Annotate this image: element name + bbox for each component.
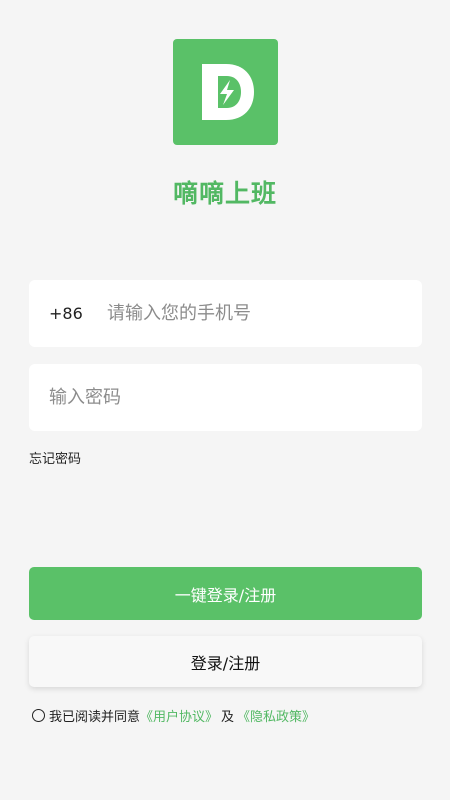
country-code-selector[interactable]: +86 (49, 304, 107, 323)
forgot-password-link[interactable]: 忘记密码 (29, 448, 81, 467)
agreement-conjunction: 及 (221, 710, 235, 725)
agreement-radio[interactable] (32, 709, 45, 722)
phone-input[interactable] (107, 280, 422, 347)
phone-field[interactable]: +86 (29, 280, 422, 347)
password-field[interactable] (29, 364, 422, 431)
login-register-button[interactable]: 登录/注册 (29, 636, 422, 687)
agreement-prefix: 我已阅读并同意 (49, 710, 141, 725)
privacy-policy-link[interactable]: 《隐私政策》 (237, 706, 315, 725)
one-click-login-button[interactable]: 一键登录/注册 (29, 567, 422, 620)
login-screen: 嘀嘀上班 +86 忘记密码 一键登录/注册 登录/注册 我已阅读并同意 《用户协… (0, 0, 450, 800)
user-agreement-link[interactable]: 《用户协议》 (140, 706, 218, 725)
app-title: 嘀嘀上班 (172, 179, 277, 208)
agreement-row: 我已阅读并同意 《用户协议》 及 《隐私政策》 (32, 706, 315, 725)
password-input[interactable] (49, 364, 422, 431)
app-logo (173, 39, 278, 145)
bolt-d-logo-icon (201, 64, 254, 120)
